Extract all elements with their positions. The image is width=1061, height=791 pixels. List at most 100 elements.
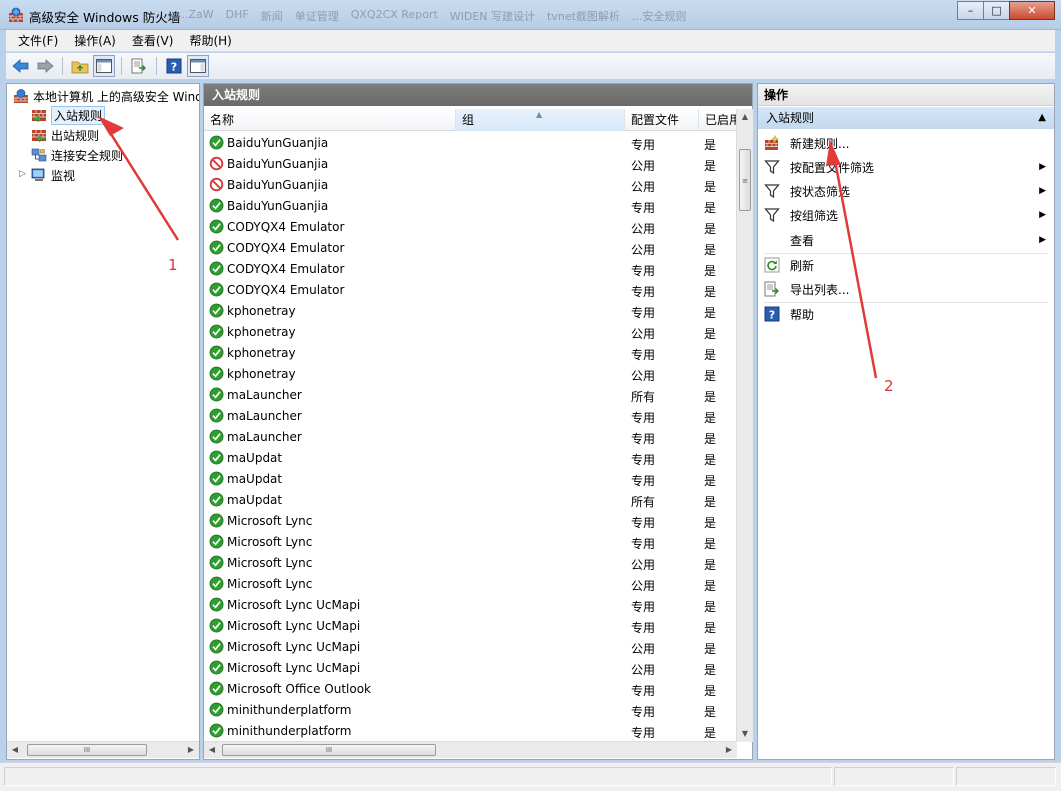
- action-filter-by-profile[interactable]: 按配置文件筛选 ▶: [758, 156, 1054, 178]
- tree-item-outbound-rules[interactable]: 出站规则: [31, 126, 99, 144]
- forward-button[interactable]: [34, 55, 56, 77]
- show-tree-button[interactable]: [93, 55, 115, 77]
- table-row[interactable]: Microsoft Lync 公用 是: [204, 553, 737, 574]
- scroll-left-arrow[interactable]: ◀: [206, 744, 218, 756]
- column-header-profile[interactable]: 配置文件: [625, 109, 699, 131]
- rules-vertical-scrollbar[interactable]: ▲ ≡ ▼: [736, 109, 753, 742]
- allow-check-icon: [209, 366, 224, 381]
- action-new-rule[interactable]: 新建规则...: [758, 132, 1054, 154]
- rule-enabled: 是: [704, 138, 717, 152]
- table-row[interactable]: maLauncher 专用 是: [204, 427, 737, 448]
- allow-check-icon: [209, 135, 224, 150]
- table-row[interactable]: kphonetray 公用 是: [204, 322, 737, 343]
- actions-pane-title: 操作: [758, 84, 1054, 106]
- toolbar: ?: [6, 53, 1055, 80]
- table-row[interactable]: maLauncher 专用 是: [204, 406, 737, 427]
- rule-name: kphonetray: [227, 303, 296, 318]
- filter-icon: [764, 160, 780, 175]
- table-row[interactable]: Microsoft Office Outlook 专用 是: [204, 679, 737, 700]
- table-row[interactable]: CODYQX4 Emulator 公用 是: [204, 217, 737, 238]
- table-row[interactable]: maUpdat 所有 是: [204, 490, 737, 511]
- allow-check-icon: [209, 597, 224, 612]
- collapse-section-icon[interactable]: ▲: [1038, 107, 1046, 129]
- scroll-down-arrow[interactable]: ▼: [739, 728, 751, 740]
- export-button[interactable]: [128, 55, 150, 77]
- rules-horizontal-scrollbar[interactable]: ◀ III ▶: [204, 741, 737, 758]
- rule-name: kphonetray: [227, 345, 296, 360]
- allow-check-icon: [209, 513, 224, 528]
- scroll-right-arrow[interactable]: ▶: [185, 744, 197, 756]
- menu-action[interactable]: 操作(A): [66, 30, 124, 52]
- rule-name-cell: Microsoft Lync: [209, 534, 312, 549]
- scroll-thumb[interactable]: III: [222, 744, 436, 756]
- toolbar-separator: [121, 57, 122, 75]
- table-row[interactable]: BaiduYunGuanjia 专用 是: [204, 133, 737, 154]
- action-help[interactable]: ? 帮助: [758, 303, 1054, 325]
- up-level-button[interactable]: [69, 55, 91, 77]
- table-row[interactable]: minithunderplatform 专用 是: [204, 721, 737, 742]
- table-row[interactable]: BaiduYunGuanjia 公用 是: [204, 154, 737, 175]
- back-button[interactable]: [10, 55, 32, 77]
- table-row[interactable]: CODYQX4 Emulator 公用 是: [204, 238, 737, 259]
- tree-item-inbound-rules[interactable]: 入站规则: [31, 105, 106, 125]
- allow-check-icon: [209, 492, 224, 507]
- expand-monitor-toggle[interactable]: ▷: [19, 170, 28, 179]
- table-row[interactable]: maUpdat 专用 是: [204, 448, 737, 469]
- table-row[interactable]: maLauncher 所有 是: [204, 385, 737, 406]
- action-filter-by-group[interactable]: 按组筛选 ▶: [758, 204, 1054, 226]
- scroll-thumb[interactable]: ≡: [739, 149, 751, 211]
- scroll-right-arrow[interactable]: ▶: [723, 744, 735, 756]
- refresh-icon: [764, 257, 780, 273]
- help-button[interactable]: ?: [163, 55, 185, 77]
- table-row[interactable]: kphonetray 公用 是: [204, 364, 737, 385]
- column-header-name[interactable]: 名称: [204, 109, 456, 131]
- ghost-tab: 单证管理: [294, 10, 339, 23]
- rule-enabled: 是: [704, 222, 717, 236]
- allow-check-icon: [209, 324, 224, 339]
- tree-root[interactable]: 本地计算机 上的高级安全 Windows 防火墙: [13, 87, 199, 105]
- action-filter-by-state[interactable]: 按状态筛选 ▶: [758, 180, 1054, 202]
- column-header-group[interactable]: 组 ▲: [456, 109, 625, 131]
- column-header-enabled[interactable]: 已启用: [699, 109, 737, 131]
- table-row[interactable]: kphonetray 专用 是: [204, 301, 737, 322]
- table-row[interactable]: minithunderplatform 专用 是: [204, 700, 737, 721]
- action-export-list[interactable]: 导出列表...: [758, 278, 1054, 300]
- menu-file[interactable]: 文件(F): [10, 30, 66, 52]
- table-row[interactable]: Microsoft Lync UcMapi 专用 是: [204, 616, 737, 637]
- maximize-button[interactable]: □: [983, 1, 1010, 20]
- show-action-pane-button[interactable]: [187, 55, 209, 77]
- rule-name: Microsoft Lync: [227, 555, 313, 570]
- table-row[interactable]: Microsoft Lync UcMapi 专用 是: [204, 595, 737, 616]
- action-refresh[interactable]: 刷新: [758, 254, 1054, 276]
- table-row[interactable]: CODYQX4 Emulator 专用 是: [204, 259, 737, 280]
- status-segment: [956, 767, 1056, 786]
- table-row[interactable]: kphonetray 专用 是: [204, 343, 737, 364]
- table-row[interactable]: Microsoft Lync 公用 是: [204, 574, 737, 595]
- scroll-up-arrow[interactable]: ▲: [739, 111, 751, 123]
- menu-view[interactable]: 查看(V): [124, 30, 182, 52]
- action-view[interactable]: 查看 ▶: [758, 229, 1054, 251]
- minimize-button[interactable]: –: [957, 1, 984, 20]
- scroll-left-arrow[interactable]: ◀: [9, 744, 21, 756]
- rule-enabled: 是: [704, 432, 717, 446]
- table-row[interactable]: maUpdat 专用 是: [204, 469, 737, 490]
- rule-name-cell: CODYQX4 Emulator: [209, 219, 344, 234]
- tree-item-monitor[interactable]: 监视: [31, 166, 75, 184]
- rule-profile: 专用: [631, 453, 656, 467]
- table-row[interactable]: Microsoft Lync 专用 是: [204, 511, 737, 532]
- scroll-thumb[interactable]: III: [27, 744, 147, 756]
- table-row[interactable]: Microsoft Lync UcMapi 公用 是: [204, 637, 737, 658]
- tree-horizontal-scrollbar[interactable]: ◀ III ▶: [7, 741, 199, 758]
- rule-enabled: 是: [704, 495, 717, 509]
- tree-item-connection-security[interactable]: 连接安全规则: [31, 146, 123, 164]
- table-row[interactable]: BaiduYunGuanjia 公用 是: [204, 175, 737, 196]
- table-row[interactable]: BaiduYunGuanjia 专用 是: [204, 196, 737, 217]
- table-row[interactable]: CODYQX4 Emulator 专用 是: [204, 280, 737, 301]
- close-button[interactable]: ✕: [1009, 1, 1055, 20]
- forward-icon: [37, 59, 54, 73]
- allow-check-icon: [209, 408, 224, 423]
- table-row[interactable]: Microsoft Lync 专用 是: [204, 532, 737, 553]
- menu-help[interactable]: 帮助(H): [181, 30, 239, 52]
- actions-section-inbound-rules[interactable]: 入站规则 ▲: [758, 107, 1054, 129]
- table-row[interactable]: Microsoft Lync UcMapi 公用 是: [204, 658, 737, 679]
